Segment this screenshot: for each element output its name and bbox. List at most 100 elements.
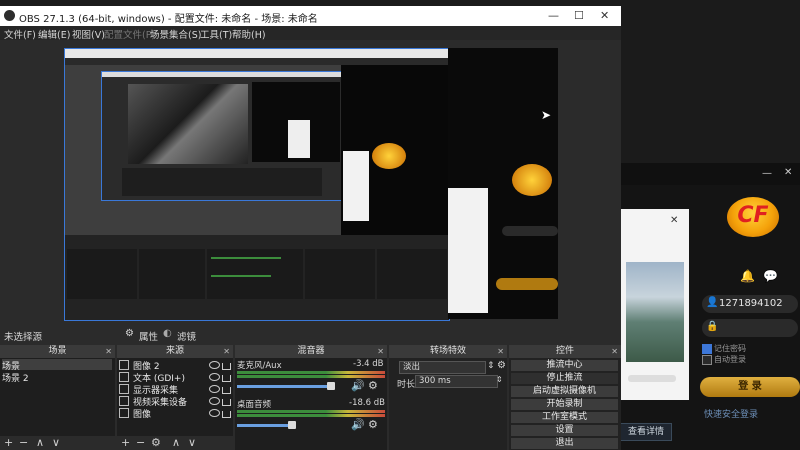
menu-edit[interactable]: 编辑(E) — [38, 27, 70, 41]
menu-scene-collection[interactable]: 场景集合(S) — [150, 27, 201, 41]
source-item[interactable]: 文本 (GDI+) — [119, 371, 185, 384]
mic-channel-name: 麦克风/Aux — [237, 361, 282, 371]
desktop-volume-slider[interactable] — [237, 424, 292, 427]
desktop-meter — [237, 410, 385, 413]
scene-item[interactable]: 场景 — [2, 359, 112, 372]
exit-button[interactable]: 退出 — [511, 438, 618, 449]
source-item[interactable]: 图像 2 — [119, 359, 160, 372]
desktop-volume-handle[interactable] — [288, 421, 296, 429]
virtual-camera-button[interactable]: 启动虚拟摄像机 — [511, 386, 618, 397]
sources-list[interactable]: 图像 2 文本 (GDI+) 显示器采集 视频采集设备 图像 — [117, 358, 233, 436]
transition-select[interactable]: 淡出 — [399, 361, 486, 374]
menu-file[interactable]: 文件(F) — [4, 27, 36, 41]
stop-streaming-button[interactable]: 停止推流 — [511, 373, 618, 384]
eye-icon[interactable] — [209, 385, 220, 393]
login-app-titlebar — [620, 163, 800, 185]
source-item[interactable]: 图像 — [119, 407, 151, 420]
dock-close-icon[interactable]: ✕ — [497, 345, 504, 358]
duration-label: 时长 — [397, 380, 416, 390]
dock-close-icon[interactable]: ✕ — [223, 345, 230, 358]
obs-logo-icon — [4, 10, 15, 21]
desktop-meter — [237, 414, 385, 417]
start-recording-button[interactable]: 开始录制 — [511, 399, 618, 410]
filter-icon: ◐ — [163, 328, 172, 339]
menu-view[interactable]: 视图(V) — [72, 27, 105, 41]
properties-button[interactable]: 属性 — [139, 329, 158, 343]
menu-bar: 文件(F) 编辑(E) 视图(V) 配置文件(P) 场景集合(S) 工具(T) … — [0, 26, 621, 41]
speaker-icon[interactable]: 🔊 — [351, 379, 365, 392]
no-source-label: 未选择源 — [4, 332, 43, 343]
lock-icon: 🔒 — [706, 321, 719, 332]
add-icon[interactable]: + — [121, 436, 130, 449]
gear-icon[interactable]: ⚙ — [368, 418, 378, 431]
move-up-icon[interactable]: ∧ — [36, 436, 44, 449]
move-down-icon[interactable]: ∨ — [188, 436, 196, 449]
cf-logo: CF — [727, 197, 779, 237]
mic-meter — [237, 371, 385, 374]
menu-profile[interactable]: 配置文件(P) — [104, 27, 155, 41]
stepper-icon[interactable]: ⇕ — [496, 375, 503, 384]
mixer-dock-header: 混音器 ✕ — [235, 345, 387, 358]
mic-volume-slider[interactable] — [237, 385, 331, 388]
scenes-list[interactable]: 场景 场景 2 — [0, 358, 115, 436]
menu-tools[interactable]: 工具(T) — [200, 27, 232, 41]
details-button[interactable]: 查看详情 — [620, 423, 672, 441]
scene-item[interactable]: 场景 2 — [2, 371, 29, 384]
close-icon[interactable]: ✕ — [784, 167, 792, 178]
dock-close-icon[interactable]: ✕ — [377, 345, 384, 358]
minimize-button[interactable]: — — [548, 9, 559, 22]
controls-body: 推流中心 停止推流 启动虚拟摄像机 开始录制 工作室模式 设置 退出 — [509, 358, 621, 450]
password-field[interactable]: 🔒 — [702, 319, 798, 337]
gear-icon[interactable]: ⚙ — [497, 360, 506, 371]
add-icon[interactable]: + — [4, 436, 13, 449]
security-login-link[interactable]: 快速安全登录 — [704, 407, 758, 420]
remove-icon[interactable]: − — [19, 436, 28, 449]
remember-checkbox[interactable] — [702, 344, 712, 354]
lock-icon[interactable] — [222, 399, 231, 406]
scenes-dock: 场景 ✕ 场景 场景 2 + − ∧ ∨ — [0, 345, 115, 450]
gear-icon[interactable]: ⚙ — [368, 379, 378, 392]
menu-help[interactable]: 帮助(H) — [232, 27, 266, 41]
minimize-icon[interactable]: — — [762, 168, 772, 179]
lock-icon[interactable] — [222, 375, 231, 382]
window-title: OBS 27.1.3 (64-bit, windows) - 配置文件: 未命名… — [19, 14, 318, 25]
preview-canvas[interactable] — [64, 48, 450, 321]
lock-icon[interactable] — [222, 411, 231, 418]
gear-icon[interactable]: ⚙ — [151, 436, 161, 449]
maximize-button[interactable]: ☐ — [574, 9, 584, 22]
scenes-dock-header: 场景 ✕ — [0, 345, 115, 358]
dock-close-icon[interactable]: ✕ — [611, 345, 618, 358]
nested-popup — [343, 151, 369, 221]
duration-input[interactable]: 300 ms — [415, 375, 498, 388]
studio-mode-button[interactable]: 工作室模式 — [511, 412, 618, 423]
source-item[interactable]: 视频采集设备 — [119, 395, 187, 408]
speaker-icon[interactable]: 🔊 — [351, 418, 365, 431]
move-down-icon[interactable]: ∨ — [52, 436, 60, 449]
auto-login-label: 自动登录 — [714, 355, 746, 364]
chevron-updown-icon[interactable]: ⇕ — [487, 361, 495, 371]
eye-icon[interactable] — [209, 409, 220, 417]
close-icon[interactable]: ✕ — [670, 215, 678, 226]
settings-button[interactable]: 设置 — [511, 425, 618, 436]
auto-login-checkbox[interactable] — [702, 355, 712, 365]
eye-icon[interactable] — [209, 397, 220, 405]
filters-button[interactable]: 滤镜 — [177, 329, 196, 343]
eye-icon[interactable] — [209, 373, 220, 381]
eye-icon[interactable] — [209, 361, 220, 369]
transitions-dock: 转场特效 ✕ 淡出 ⇕ ⚙ 时长 300 ms ⇕ — [389, 345, 507, 450]
remove-icon[interactable]: − — [136, 436, 145, 449]
mic-volume-handle[interactable] — [327, 382, 335, 390]
account-field[interactable]: 👤 1271894102 — [702, 295, 798, 313]
lock-icon[interactable] — [222, 363, 231, 370]
move-up-icon[interactable]: ∧ — [172, 436, 180, 449]
controls-dock: 控件 ✕ 推流中心 停止推流 启动虚拟摄像机 开始录制 工作室模式 设置 退出 — [509, 345, 621, 450]
stream-center-button[interactable]: 推流中心 — [511, 360, 618, 371]
dock-close-icon[interactable]: ✕ — [105, 345, 112, 358]
wechat-icon[interactable]: 💬 — [763, 269, 778, 283]
nested-docks — [65, 235, 449, 320]
bell-icon[interactable]: 🔔 — [740, 269, 755, 283]
close-button[interactable]: ✕ — [600, 9, 609, 22]
login-button[interactable]: 登 录 — [700, 377, 800, 397]
lock-icon[interactable] — [222, 387, 231, 394]
source-item[interactable]: 显示器采集 — [119, 383, 178, 396]
